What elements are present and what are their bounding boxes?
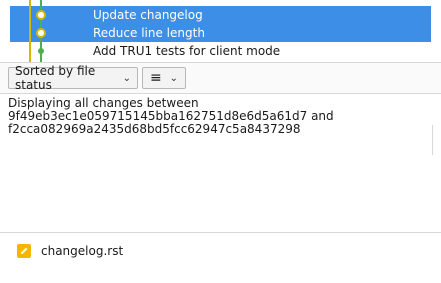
file-item[interactable]: changelog.rst: [17, 242, 123, 260]
commit-row[interactable]: Update changelog: [10, 6, 431, 24]
changed-files-list: changelog.rst: [0, 232, 441, 283]
file-name: changelog.rst: [41, 244, 124, 258]
commit-row[interactable]: Add TRU1 tests for client mode: [0, 42, 441, 60]
scrollbar[interactable]: [432, 125, 441, 155]
chevron-down-icon: ⌄: [169, 72, 179, 84]
commit-node: [36, 10, 46, 20]
commit-message: Update changelog: [93, 8, 203, 22]
commit-node: [38, 48, 44, 54]
chevron-down-icon: ⌄: [122, 72, 131, 84]
commit-message: Add TRU1 tests for client mode: [93, 44, 281, 58]
summary-line: f2cca082969a2435d68bd5fcc62947c5a8437298: [8, 122, 301, 136]
commit-list: Update changelog Reduce line length Add …: [0, 0, 441, 62]
list-icon: ≡: [149, 70, 162, 86]
changes-toolbar: Sorted by file status ⌄ ≡ ⌄: [0, 62, 441, 155]
sort-label: Sorted by file status: [15, 64, 96, 92]
modified-file-icon: [17, 244, 31, 258]
commit-message: Reduce line length: [93, 26, 205, 40]
changes-summary: Displaying all changes between 9f49eb3ec…: [8, 97, 433, 136]
commit-graph-nodes: [29, 0, 46, 62]
sort-dropdown[interactable]: Sorted by file status ⌄: [8, 64, 138, 92]
commit-row[interactable]: Reduce line length: [10, 24, 431, 42]
view-mode-dropdown[interactable]: ≡ ⌄: [142, 67, 186, 89]
commit-node: [36, 28, 46, 38]
